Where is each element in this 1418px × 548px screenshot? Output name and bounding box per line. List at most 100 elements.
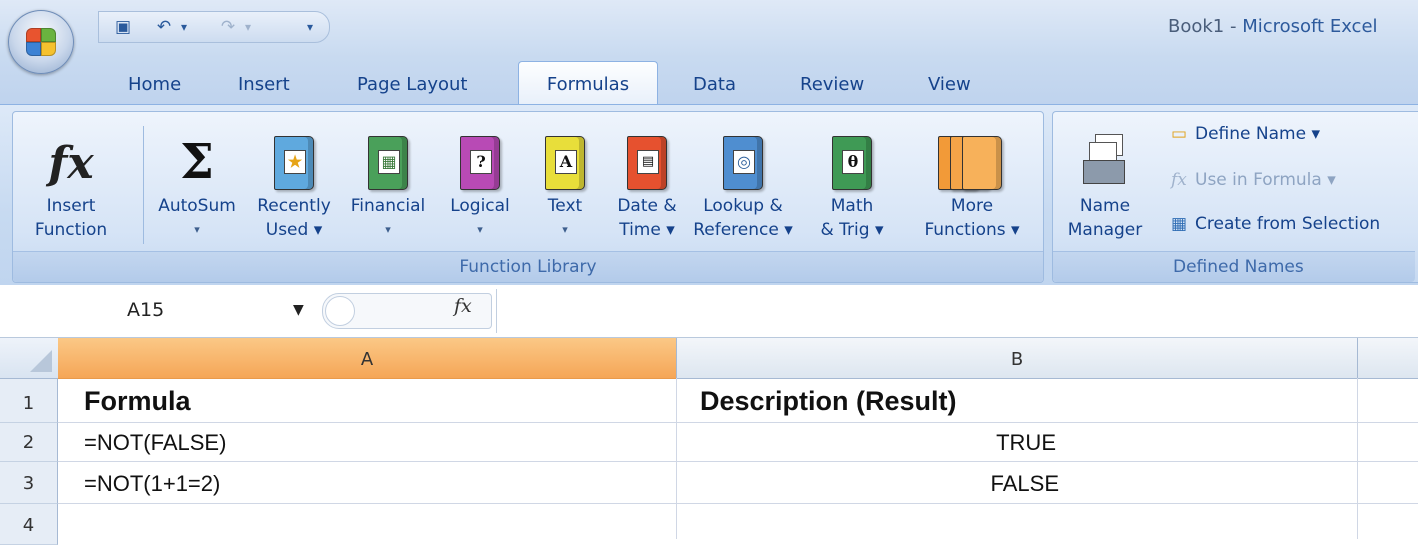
more-functions-label: More (950, 196, 994, 216)
undo-icon[interactable]: ↶ (153, 17, 175, 37)
create-from-selection-icon: ▦ (1171, 214, 1188, 234)
save-icon[interactable]: ▣ (111, 17, 135, 37)
text-functions-button[interactable]: A Text ▾ (525, 112, 605, 252)
column-header-b[interactable]: B (677, 338, 1358, 379)
create-from-selection-label: Create from Selection (1195, 214, 1381, 234)
text-functions-icon: A (545, 136, 585, 190)
tab-formulas[interactable]: Formulas (518, 61, 658, 107)
date-time-button[interactable]: ▤ Date & Time ▾ (605, 112, 689, 252)
name-manager-label: Name (1079, 196, 1131, 216)
name-manager-icon (1083, 134, 1127, 184)
title-separator: - (1224, 16, 1243, 37)
undo-dropdown-icon[interactable]: ▾ (177, 17, 191, 37)
math-trig-button[interactable]: θ Math & Trig ▾ (797, 112, 907, 252)
cell-b2[interactable]: TRUE (680, 430, 1056, 456)
tab-review[interactable]: Review (800, 74, 864, 95)
logical-dropdown-icon[interactable]: ▾ (435, 218, 525, 242)
define-name-button[interactable]: ▭ Define Name ▾ (1171, 124, 1320, 144)
lookup-reference-button[interactable]: ◎ Lookup & Reference ▾ (689, 112, 797, 252)
select-all-button[interactable] (0, 338, 59, 379)
text-functions-dropdown-icon[interactable]: ▾ (525, 218, 605, 242)
lookup-reference-label: Lookup & (703, 196, 783, 216)
redo-icon: ↷ (220, 17, 236, 37)
recently-used-icon: ★ (274, 136, 314, 190)
tab-page-layout[interactable]: Page Layout (357, 74, 468, 95)
office-logo-icon (26, 28, 56, 56)
gridline (1357, 378, 1358, 539)
app-name: Microsoft Excel (1242, 16, 1378, 37)
insert-function-fx-icon[interactable]: fx (454, 295, 472, 317)
formula-input[interactable] (496, 289, 1418, 333)
row-header-1[interactable]: 1 (0, 379, 58, 423)
insert-function-icon: fx (48, 138, 94, 189)
document-name: Book1 (1168, 16, 1225, 37)
logical-label: Logical (450, 196, 510, 216)
redo-dropdown-icon: ▾ (244, 20, 252, 34)
function-library-label: Function Library (13, 251, 1043, 282)
name-manager-button[interactable]: Name Manager (1055, 112, 1155, 252)
insert-function-label-2: Function (34, 220, 108, 240)
lookup-reference-label-2: Reference ▾ (693, 220, 793, 240)
customize-qat-icon[interactable]: ▾ (299, 17, 321, 37)
insert-function-button[interactable]: fx Insert Function (15, 112, 127, 252)
math-trig-label: Math (830, 196, 874, 216)
ribbon-tabs: Home Insert Page Layout Formulas Data Re… (0, 58, 1418, 107)
tab-view[interactable]: View (928, 74, 971, 95)
window-title: Book1 - Microsoft Excel (1168, 16, 1378, 37)
recently-used-label: Recently (257, 196, 331, 216)
financial-label: Financial (350, 196, 426, 216)
name-box-value: A15 (127, 299, 165, 321)
cell-a1[interactable]: Formula (84, 386, 191, 417)
autosum-label: AutoSum (158, 196, 236, 216)
cell-a2[interactable]: =NOT(FALSE) (84, 430, 226, 456)
tab-home[interactable]: Home (128, 74, 181, 95)
financial-icon: ▦ (368, 136, 408, 190)
more-functions-button[interactable]: More Functions ▾ (907, 112, 1037, 252)
use-in-formula-label: Use in Formula ▾ (1195, 170, 1336, 190)
autosum-icon: Σ (180, 134, 214, 190)
worksheet-grid: A B 1 2 3 4 Formula Description (Result)… (0, 338, 1418, 545)
separator (143, 126, 144, 244)
formula-bar: A15 ▼ fx (0, 285, 1418, 338)
logical-button[interactable]: ? Logical ▾ (435, 112, 525, 252)
function-library-group: fx Insert Function Σ AutoSum ▾ ★ Recentl… (12, 111, 1044, 283)
formula-bar-handle-icon (325, 296, 355, 326)
recently-used-button[interactable]: ★ Recently Used ▾ (247, 112, 341, 252)
row-header-3[interactable]: 3 (0, 462, 58, 504)
select-all-triangle-icon (30, 350, 52, 372)
define-name-label: Define Name ▾ (1195, 124, 1320, 144)
column-header-c[interactable] (1358, 338, 1418, 379)
name-manager-label-2: Manager (1067, 220, 1143, 240)
date-time-icon: ▤ (627, 136, 667, 190)
name-box-dropdown-icon[interactable]: ▼ (293, 293, 304, 327)
lookup-reference-icon: ◎ (723, 136, 763, 190)
autosum-dropdown-icon[interactable]: ▾ (147, 218, 247, 242)
logical-icon: ? (460, 136, 500, 190)
date-time-label: Date & (617, 196, 677, 216)
more-functions-label-2: Functions ▾ (924, 220, 1020, 240)
tab-data[interactable]: Data (693, 74, 736, 95)
autosum-button[interactable]: Σ AutoSum ▾ (147, 112, 247, 252)
insert-function-label: Insert (46, 196, 96, 216)
defined-names-group: Name Manager ▭ Define Name ▾ fx Use in For… (1052, 111, 1418, 283)
cell-a3[interactable]: =NOT(1+1=2) (84, 471, 220, 497)
defined-names-label: Defined Names (1053, 251, 1415, 282)
financial-dropdown-icon[interactable]: ▾ (341, 218, 435, 242)
office-button[interactable] (8, 10, 74, 74)
gridline (58, 422, 1418, 423)
title-bar: ▣ ↶ ▾ ↷ ▾ ▾ Book1 - Microsoft Excel (0, 0, 1418, 58)
recently-used-label-2: Used ▾ (265, 220, 323, 240)
math-trig-label-2: & Trig ▾ (820, 220, 884, 240)
create-from-selection-button[interactable]: ▦ Create from Selection (1171, 214, 1380, 234)
use-in-formula-button: fx Use in Formula ▾ (1171, 170, 1336, 190)
financial-button[interactable]: ▦ Financial ▾ (341, 112, 435, 252)
use-in-formula-icon: fx (1171, 170, 1187, 190)
name-box[interactable]: A15 ▼ (115, 293, 325, 327)
cell-b1[interactable]: Description (Result) (700, 386, 957, 417)
ribbon: fx Insert Function Σ AutoSum ▾ ★ Recentl… (0, 104, 1418, 286)
date-time-label-2: Time ▾ (619, 220, 675, 240)
row-header-2[interactable]: 2 (0, 423, 58, 462)
tab-insert[interactable]: Insert (238, 74, 290, 95)
column-header-a[interactable]: A (58, 338, 677, 379)
cell-b3[interactable]: FALSE (680, 471, 1059, 497)
